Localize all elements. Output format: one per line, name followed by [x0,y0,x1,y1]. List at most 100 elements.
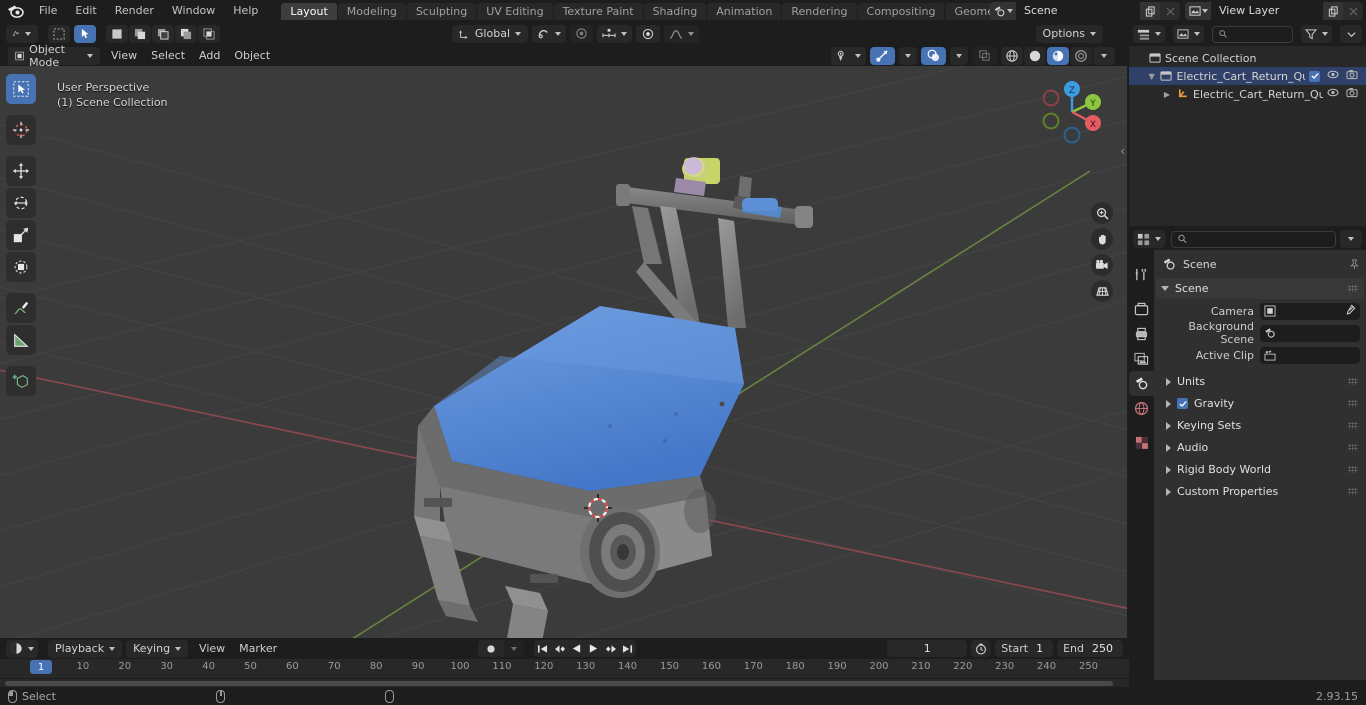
current-frame-field[interactable]: 1 [887,640,968,657]
select-box-tool-header-icon[interactable] [48,24,70,43]
tool-transform[interactable] [6,252,36,282]
panel-header-gravity[interactable]: Gravity [1156,393,1364,414]
workspace-tab-texture-paint[interactable]: Texture Paint [553,2,643,20]
gravity-checkbox[interactable] [1177,398,1188,409]
zoom-icon[interactable] [1091,202,1113,224]
tool-cursor[interactable] [6,115,36,145]
outliner-row[interactable]: Scene Collection [1129,49,1366,67]
workspace-tab-shading[interactable]: Shading [643,2,707,20]
pan-hand-icon[interactable] [1091,228,1113,250]
panel-header-audio[interactable]: Audio [1156,437,1364,458]
delete-view-layer-button[interactable] [1343,2,1363,20]
toggle-ortho-perspective-icon[interactable] [1091,280,1113,302]
eyedropper-icon[interactable] [1344,303,1356,319]
interaction-mode-selector[interactable]: Object Mode [8,43,100,69]
delete-scene-button[interactable] [1160,2,1180,20]
viewport-menu-object[interactable]: Object [227,47,277,65]
background-scene-field[interactable] [1260,324,1360,342]
properties-search-field[interactable] [1192,232,1329,246]
outliner-search-input[interactable] [1212,25,1293,43]
cursor-tool-header-icon[interactable] [74,24,96,43]
tab-view-layer[interactable] [1129,346,1154,371]
outliner-search-field[interactable] [1231,27,1286,41]
editor-type-selector[interactable] [6,24,38,43]
tab-output[interactable] [1129,321,1154,346]
tab-tool[interactable] [1129,262,1154,287]
panel-header-units[interactable]: Units [1156,371,1364,392]
workspace-tab-animation[interactable]: Animation [707,2,782,20]
top-menu-window[interactable]: Window [163,3,224,19]
timeline-horizontal-scrollbar[interactable] [5,681,1113,686]
scene-selector[interactable]: Scene [990,2,1180,20]
object-type-visibility-dropdown[interactable] [831,46,866,65]
transform-orientation-selector[interactable]: Global [452,24,528,43]
panel-header-keying-sets[interactable]: Keying Sets [1156,415,1364,436]
viewport-sidebar-collapse-icon[interactable]: ‹ [1120,144,1125,158]
use-preview-range-icon[interactable] [971,640,992,657]
timeline-menu-marker[interactable]: Marker [232,640,284,658]
workspace-tab-compositing[interactable]: Compositing [857,2,945,20]
top-menu-help[interactable]: Help [224,3,267,19]
frame-range-end[interactable]: End 250 [1057,640,1123,657]
tab-texture[interactable] [1129,430,1154,455]
new-scene-button[interactable] [1140,2,1160,20]
jump-to-start-button[interactable] [534,640,551,657]
tab-render[interactable] [1129,296,1154,321]
gizmo-toggle[interactable] [870,46,895,65]
panel-header-scene[interactable]: Scene [1156,278,1364,299]
xray-toggle[interactable] [972,46,997,65]
properties-search-input[interactable] [1171,230,1336,248]
panel-header-custom-properties[interactable]: Custom Properties [1156,481,1364,502]
tool-add-cube[interactable] [6,366,36,396]
top-menu-render[interactable]: Render [106,3,163,19]
scene-name-field[interactable]: Scene [1016,2,1140,20]
snap-target-selector[interactable] [597,24,632,43]
proportional-falloff-curve[interactable] [664,24,699,43]
tab-world[interactable] [1129,396,1154,421]
snap-magnet-toggle[interactable] [532,24,566,43]
jump-to-end-button[interactable] [619,640,636,657]
play-button[interactable] [585,640,602,657]
active-clip-field[interactable] [1260,346,1360,364]
tool-measure[interactable] [6,325,36,355]
top-menu-file[interactable]: File [30,3,66,19]
outliner-row[interactable]: ▶ Electric_Cart_Return_Qui [1129,85,1366,103]
blender-logo-icon[interactable] [0,0,30,22]
previous-keyframe-button[interactable] [551,640,568,657]
shading-dropdown[interactable] [1093,46,1115,65]
mode-intersect-icon[interactable] [198,24,220,43]
mode-select-box-icon[interactable] [106,24,128,43]
shading-wireframe-button[interactable] [1001,46,1023,65]
camera-icon[interactable] [1346,69,1358,83]
outliner-row[interactable]: ▼ Electric_Cart_Return_QuicKAF [1129,67,1366,85]
outliner-editor-type[interactable] [1133,25,1165,43]
viewport-menu-add[interactable]: Add [192,47,227,65]
next-keyframe-button[interactable] [602,640,619,657]
tool-select-box[interactable] [6,74,36,104]
new-view-layer-button[interactable] [1323,2,1343,20]
viewport-options-dropdown[interactable]: Options [1035,24,1103,43]
exclude-checkbox[interactable] [1309,70,1320,82]
mode-subtract-icon[interactable] [152,24,174,43]
panel-header-rigid-body-world[interactable]: Rigid Body World [1156,459,1364,480]
tool-annotate[interactable] [6,293,36,323]
disclosure-triangle-icon[interactable]: ▶ [1161,90,1173,99]
timeline-playhead[interactable]: 1 [30,660,52,674]
properties-editor-type[interactable] [1133,230,1165,248]
tool-scale[interactable] [6,220,36,250]
workspace-tab-modeling[interactable]: Modeling [337,2,406,20]
disclosure-triangle-icon[interactable]: ▼ [1147,72,1156,81]
overlays-toggle[interactable] [921,46,946,65]
keying-dropdown[interactable]: Keying [126,639,189,658]
view-layer-selector[interactable]: View Layer [1185,2,1363,20]
camera-view-icon[interactable] [1091,254,1113,276]
top-menu-edit[interactable]: Edit [66,3,105,19]
auto-keying-toggle[interactable] [478,640,504,657]
shading-material-preview-button[interactable] [1047,46,1069,65]
outliner-collapse-icon[interactable] [1340,25,1362,43]
viewport-menu-view[interactable]: View [104,47,144,65]
workspace-tab-sculpting[interactable]: Sculpting [406,2,477,20]
eye-icon[interactable] [1327,87,1339,101]
gizmo-dropdown[interactable] [899,46,917,65]
3d-viewport[interactable]: User Perspective (1) Scene Collection Z … [0,66,1127,638]
